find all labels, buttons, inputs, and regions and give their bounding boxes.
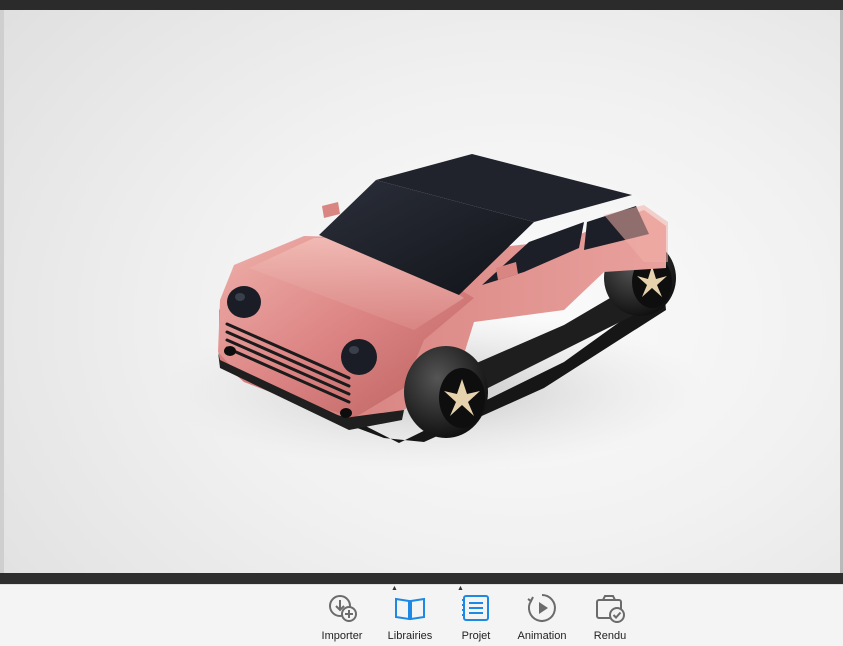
book-icon: ▲ <box>391 585 427 625</box>
render-icon <box>593 591 627 625</box>
import-icon <box>325 591 359 625</box>
bottom-bar <box>0 573 843 584</box>
librairies-button[interactable]: ▲ Librairies <box>378 585 442 646</box>
front-wheel <box>404 346 488 438</box>
fog-light-right <box>340 408 352 418</box>
side-mirror-left <box>322 202 340 218</box>
importer-label: Importer <box>321 630 363 642</box>
render-viewport[interactable] <box>4 10 840 573</box>
projet-label: Projet <box>461 630 491 642</box>
caret-icon: ▲ <box>391 585 398 592</box>
librairies-label: Librairies <box>387 630 433 642</box>
animation-button[interactable]: Animation <box>510 591 574 646</box>
bottom-toolbar: Importer ▲ Librairies ▲ Projet Animation… <box>0 584 843 646</box>
scene-canvas <box>164 154 704 470</box>
caret-icon: ▲ <box>457 585 464 592</box>
top-bar <box>0 0 843 10</box>
fog-light-left <box>224 346 236 356</box>
headlight-right <box>341 339 377 375</box>
rendu-button[interactable]: Rendu <box>578 591 642 646</box>
projet-button[interactable]: ▲ Projet <box>444 585 508 646</box>
animation-label: Animation <box>517 630 567 642</box>
importer-button[interactable]: Importer <box>310 591 374 646</box>
list-icon: ▲ <box>457 585 493 625</box>
play-icon <box>525 591 559 625</box>
rendu-label: Rendu <box>593 630 627 642</box>
headlight-left <box>227 286 261 318</box>
